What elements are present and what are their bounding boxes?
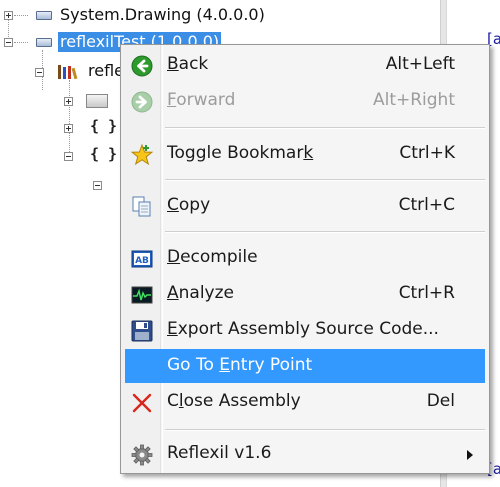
submenu-arrow-icon xyxy=(467,450,473,460)
menu-item-close-assembly[interactable]: Close Assembly Del xyxy=(125,385,485,419)
shortcut-text: Alt+Right xyxy=(372,90,455,110)
menu-separator xyxy=(165,127,485,129)
tree-node-class[interactable] xyxy=(0,174,120,198)
expand-toggle[interactable] xyxy=(64,124,73,133)
expand-toggle[interactable] xyxy=(4,11,13,20)
menu-item-export-source[interactable]: Export Assembly Source Code... xyxy=(125,313,485,347)
shortcut-text: Ctrl+R xyxy=(398,283,455,303)
menu-item-copy[interactable]: Copy Ctrl+C xyxy=(125,189,485,223)
back-arrow-icon xyxy=(131,55,153,77)
collapse-toggle[interactable] xyxy=(35,68,44,77)
shortcut-text: Ctrl+C xyxy=(398,195,455,215)
tree-node-references[interactable]: refle xyxy=(0,61,124,85)
collapse-toggle[interactable] xyxy=(64,152,73,161)
menu-separator xyxy=(165,231,485,233)
menu-item-toggle-bookmark[interactable]: Toggle Bookmark Ctrl+K xyxy=(125,137,485,171)
bookmark-star-icon xyxy=(130,143,154,166)
tree-node-label: refle xyxy=(88,61,124,80)
menu-item-reflexil[interactable]: Reflexil v1.6 xyxy=(125,437,485,471)
tree-node-system-drawing[interactable]: System.Drawing (4.0.0.0) xyxy=(0,4,440,28)
forward-arrow-icon xyxy=(131,91,153,113)
analyze-icon xyxy=(131,284,153,306)
namespace-icon: { } xyxy=(90,117,118,135)
shortcut-text: Alt+Left xyxy=(385,54,455,74)
menu-item-decompile[interactable]: AB Decompile xyxy=(125,241,485,275)
menu-item-forward[interactable]: Forward Alt+Right xyxy=(125,84,485,118)
menu-separator xyxy=(165,429,485,431)
menu-item-analyze[interactable]: Analyze Ctrl+R xyxy=(125,277,485,311)
gear-icon xyxy=(131,444,153,466)
expand-toggle[interactable] xyxy=(64,97,73,106)
resources-icon xyxy=(86,94,108,108)
copy-icon xyxy=(131,196,153,218)
assembly-icon xyxy=(36,38,52,47)
tree-node-namespace-2[interactable]: { } xyxy=(0,145,120,169)
assembly-icon xyxy=(36,11,52,20)
svg-text:AB: AB xyxy=(135,256,149,266)
shortcut-text: Del xyxy=(426,391,455,411)
namespace-icon: { } xyxy=(90,145,118,163)
books-icon xyxy=(58,65,78,80)
decompile-icon: AB xyxy=(131,248,153,270)
shortcut-text: Ctrl+K xyxy=(399,143,455,163)
floppy-disk-icon xyxy=(131,320,153,342)
collapse-toggle[interactable] xyxy=(93,181,102,190)
tree-node-label: System.Drawing (4.0.0.0) xyxy=(60,5,265,24)
context-menu: Back Alt+Left Forward Alt+Right Toggle B… xyxy=(120,44,490,474)
collapse-toggle[interactable] xyxy=(4,38,13,47)
menu-separator xyxy=(165,179,485,181)
close-x-icon xyxy=(131,392,153,414)
menu-item-go-to-entry-point[interactable]: Go To Entry Point xyxy=(125,349,485,383)
tree-node-resources[interactable] xyxy=(0,90,120,114)
menu-item-back[interactable]: Back Alt+Left xyxy=(125,48,485,82)
tree-node-namespace-1[interactable]: { } xyxy=(0,117,120,141)
